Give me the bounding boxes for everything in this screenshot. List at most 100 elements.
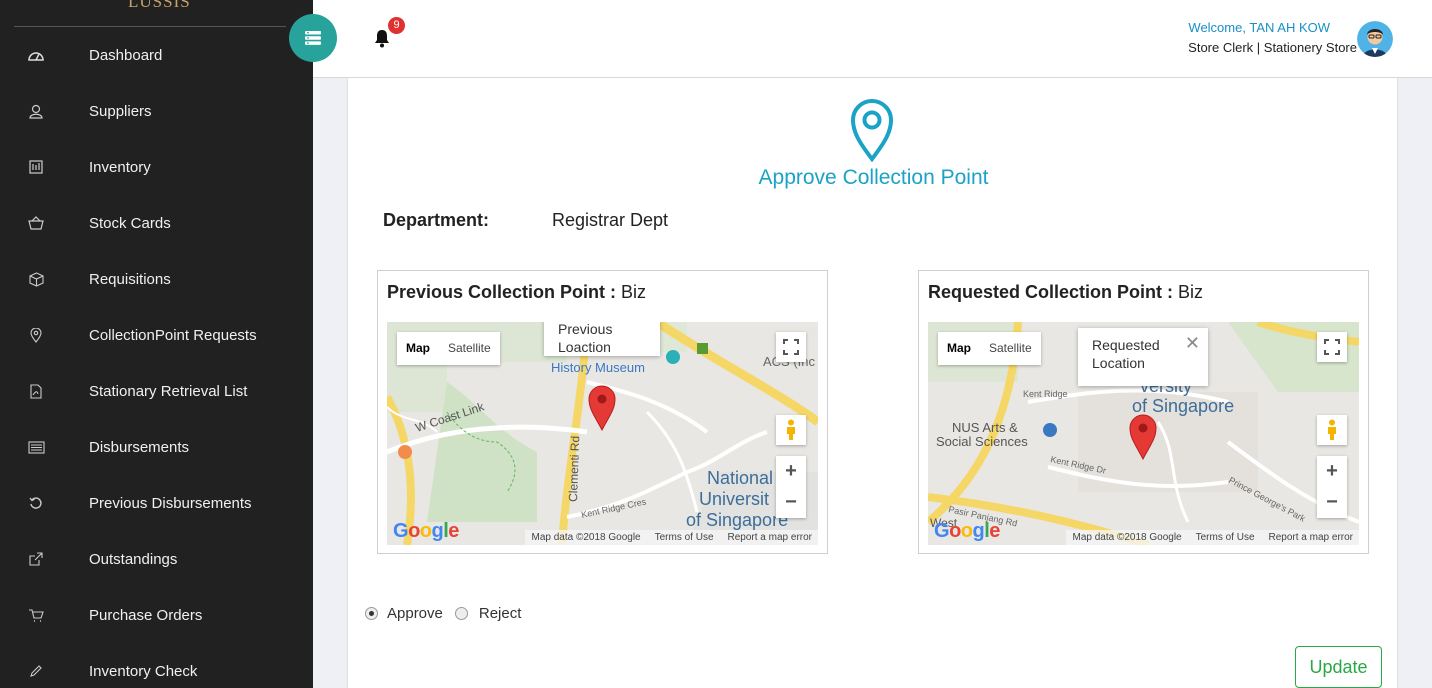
cart-icon xyxy=(27,606,45,624)
decision-radio-group: Approve Reject xyxy=(365,605,521,622)
map-type-control: Map Satellite xyxy=(938,332,1041,365)
map-label: Kent Ridge xyxy=(1023,389,1068,399)
sidebar-item-disbursements[interactable]: Disbursements xyxy=(0,419,313,475)
basket-icon xyxy=(27,214,45,232)
terms-of-use-link[interactable]: Terms of Use xyxy=(655,530,714,545)
sidebar-item-suppliers[interactable]: Suppliers xyxy=(0,83,313,139)
sidebar-item-label: Dashboard xyxy=(89,46,163,64)
list-icon xyxy=(27,438,45,456)
map-label: Clementi Rd xyxy=(566,436,582,502)
sidebar-item-collectionpoint-requests[interactable]: CollectionPoint Requests xyxy=(0,307,313,363)
history-icon xyxy=(27,494,45,512)
red-map-marker-icon[interactable] xyxy=(588,385,616,431)
requested-location-info-window: Requested Location ✕ xyxy=(1078,328,1208,386)
map-type-map-button[interactable]: Map xyxy=(938,332,980,365)
approve-radio[interactable] xyxy=(365,607,378,620)
sidebar-item-label: Inventory xyxy=(89,158,151,176)
top-header: 9 Welcome, TAN AH KOW Store Clerk | Stat… xyxy=(313,0,1432,78)
zoom-out-button[interactable]: − xyxy=(1317,487,1347,518)
sidebar: LUSSIS Dashboard Suppliers Inventory Sto… xyxy=(0,0,313,688)
previous-collection-point-label: Previous Collection Point : xyxy=(387,282,617,302)
menu-icon xyxy=(305,31,321,45)
map-attribution: Map data ©2018 Google Terms of Use Repor… xyxy=(1066,530,1359,545)
sidebar-item-stationary-retrieval-list[interactable]: Stationary Retrieval List xyxy=(0,363,313,419)
pencil-icon xyxy=(27,662,45,680)
map-data-text: Map data ©2018 Google xyxy=(1072,532,1182,543)
requested-collection-point-label: Requested Collection Point : xyxy=(928,282,1174,302)
pegman-icon[interactable] xyxy=(1317,415,1347,445)
dashboard-icon xyxy=(27,46,45,64)
map-type-control: Map Satellite xyxy=(397,332,500,365)
map-label: of Singapore xyxy=(686,510,788,530)
notification-bell-icon[interactable] xyxy=(373,28,391,48)
requested-collection-point-value: Biz xyxy=(1178,282,1204,302)
sidebar-item-outstandings[interactable]: Outstandings xyxy=(0,531,313,587)
requested-collection-point-panel: Requested Collection Point : Biz Kent Ri… xyxy=(918,270,1369,554)
report-map-error-link[interactable]: Report a map error xyxy=(1269,530,1353,545)
inventory-icon xyxy=(27,158,45,176)
user-icon xyxy=(27,102,45,120)
sidebar-item-label: CollectionPoint Requests xyxy=(89,326,257,344)
reject-label[interactable]: Reject xyxy=(479,605,522,622)
map-label: Social Sciences xyxy=(936,434,1028,449)
map-type-satellite-button[interactable]: Satellite xyxy=(980,332,1041,365)
sidebar-item-label: Previous Disbursements xyxy=(89,494,252,512)
red-map-marker-icon[interactable] xyxy=(1129,414,1157,460)
previous-location-info-window: Previous Loaction xyxy=(544,322,660,356)
sidebar-item-purchase-orders[interactable]: Purchase Orders xyxy=(0,587,313,643)
previous-collection-point-value: Biz xyxy=(621,282,647,302)
map-label: Universit xyxy=(699,489,769,509)
location-icon xyxy=(27,326,45,344)
avatar[interactable] xyxy=(1357,21,1393,57)
reject-radio[interactable] xyxy=(454,607,468,620)
google-logo: Google xyxy=(934,520,1000,542)
department-label: Department: xyxy=(383,210,490,230)
zoom-in-button[interactable]: + xyxy=(1317,456,1347,487)
sidebar-item-label: Suppliers xyxy=(89,102,152,120)
sidebar-item-label: Stationary Retrieval List xyxy=(89,382,248,400)
sidebar-item-requisitions[interactable]: Requisitions xyxy=(0,251,313,307)
sidebar-item-label: Stock Cards xyxy=(89,214,171,232)
previous-collection-point-panel: Previous Collection Point : Biz History … xyxy=(377,270,828,554)
sidebar-item-previous-disbursements[interactable]: Previous Disbursements xyxy=(0,475,313,531)
zoom-out-button[interactable]: − xyxy=(776,487,806,518)
sidebar-item-label: Purchase Orders xyxy=(89,606,203,624)
sidebar-item-inventory[interactable]: Inventory xyxy=(0,139,313,195)
sidebar-item-label: Outstandings xyxy=(89,550,178,568)
pdf-icon xyxy=(27,382,45,400)
approve-label[interactable]: Approve xyxy=(387,605,443,622)
zoom-control: + − xyxy=(1317,456,1347,518)
sidebar-item-inventory-check[interactable]: Inventory Check xyxy=(0,643,313,688)
user-role-text: Store Clerk | Stationery Store xyxy=(1188,40,1357,55)
pegman-icon[interactable] xyxy=(776,415,806,445)
department-value: Registrar Dept xyxy=(552,210,669,230)
map-label: of Singapore xyxy=(1132,396,1234,416)
brand: LUSSIS xyxy=(0,0,313,26)
report-map-error-link[interactable]: Report a map error xyxy=(728,530,812,545)
external-link-icon xyxy=(27,550,45,568)
zoom-in-button[interactable]: + xyxy=(776,456,806,487)
update-button[interactable]: Update xyxy=(1295,646,1382,688)
page-title: Approve Collection Point xyxy=(758,166,989,189)
location-pin-icon xyxy=(849,96,895,167)
map-type-satellite-button[interactable]: Satellite xyxy=(439,332,500,365)
previous-collection-point-heading: Previous Collection Point : Biz xyxy=(387,282,646,303)
map-label: NUS Arts & xyxy=(952,420,1018,435)
zoom-control: + − xyxy=(776,456,806,518)
brand-logo-text: LUSSIS xyxy=(128,0,191,11)
fullscreen-icon[interactable] xyxy=(1317,332,1347,362)
sidebar-item-dashboard[interactable]: Dashboard xyxy=(0,27,313,83)
requested-collection-point-heading: Requested Collection Point : Biz xyxy=(928,282,1203,303)
sidebar-item-label: Inventory Check xyxy=(89,662,198,680)
previous-location-map[interactable]: History Museum W Coast Link Clementi Rd … xyxy=(387,322,818,545)
close-icon[interactable]: ✕ xyxy=(1185,334,1200,352)
terms-of-use-link[interactable]: Terms of Use xyxy=(1196,530,1255,545)
map-attribution: Map data ©2018 Google Terms of Use Repor… xyxy=(525,530,818,545)
sidebar-toggle-button[interactable] xyxy=(289,14,337,62)
welcome-text: Welcome, TAN AH KOW xyxy=(1188,20,1330,35)
sidebar-item-stock-cards[interactable]: Stock Cards xyxy=(0,195,313,251)
requested-location-map[interactable]: Kent Ridge nal versity of Singapore NUS … xyxy=(928,322,1359,545)
map-label: History Museum xyxy=(551,360,645,375)
fullscreen-icon[interactable] xyxy=(776,332,806,362)
map-type-map-button[interactable]: Map xyxy=(397,332,439,365)
